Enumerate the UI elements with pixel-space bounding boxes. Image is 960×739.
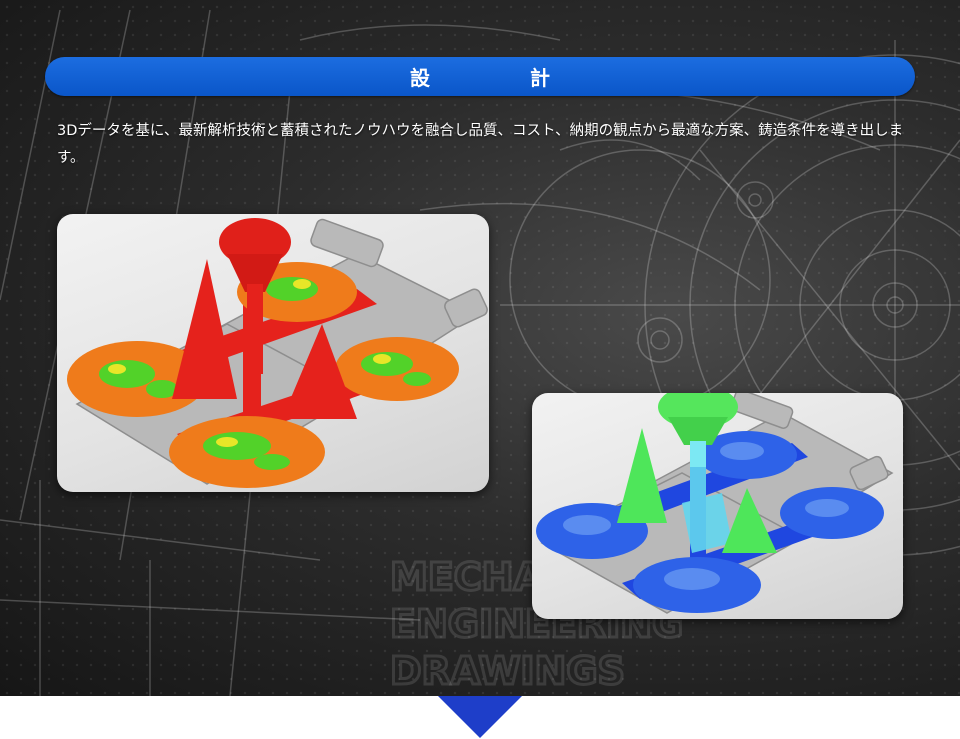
casting-simulation-thermal-icon xyxy=(67,218,488,488)
section-description: 3Dデータを基に、最新解析技術と蓄積されたノウハウを融合し品質、コスト、納期の観… xyxy=(57,123,904,166)
simulation-image-thermal xyxy=(57,214,489,492)
scroll-down-arrow-icon xyxy=(438,696,522,738)
watermark-line-3: DRAWINGS xyxy=(390,649,625,693)
hero-section: MECHANICAL ENGINEERING DRAWINGS 設 計 3Dデー… xyxy=(0,0,960,696)
section-title-bar: 設 計 xyxy=(45,57,915,96)
casting-simulation-flow-icon xyxy=(536,393,894,614)
simulation-image-flow xyxy=(532,393,903,619)
section-title: 設 計 xyxy=(410,66,590,90)
